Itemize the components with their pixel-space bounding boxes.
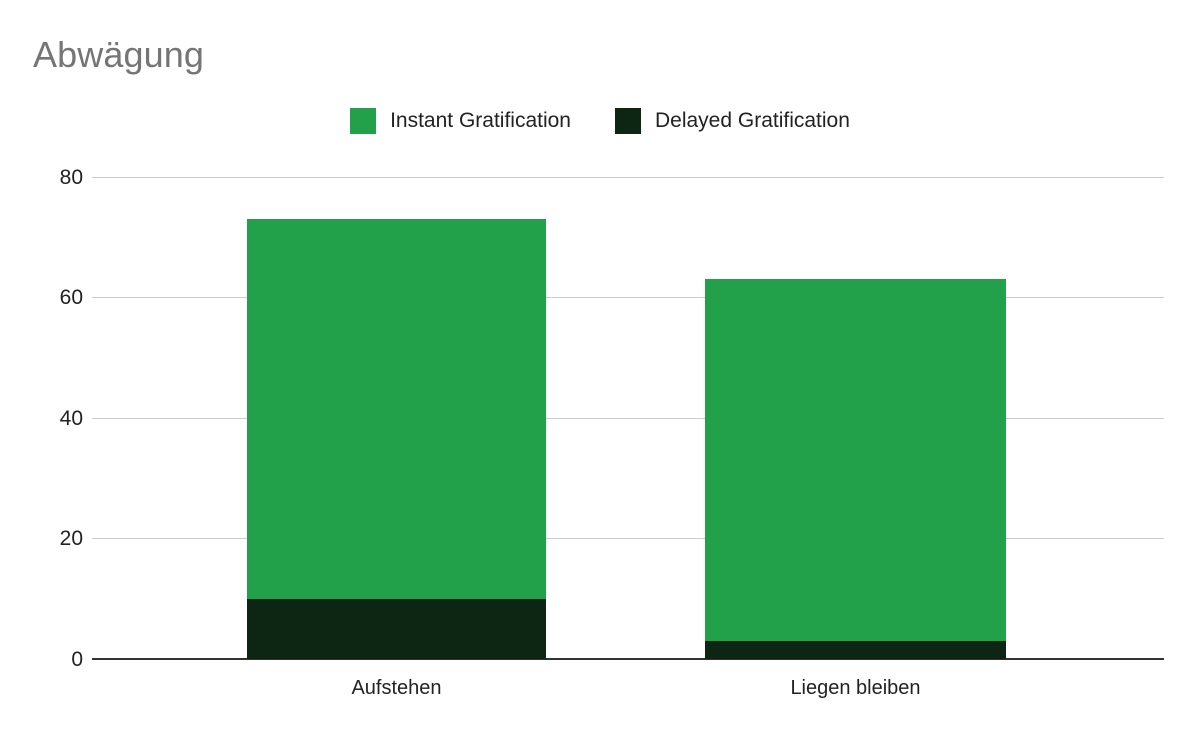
- gridline-80: [92, 177, 1164, 178]
- x-axis-tick-aufstehen: Aufstehen: [351, 677, 442, 699]
- chart-legend: Instant Gratification Delayed Gratificat…: [0, 108, 1200, 134]
- y-axis-tick-20: 20: [59, 527, 83, 550]
- bar-group-liegen-bleiben[interactable]: [705, 279, 1006, 659]
- y-axis-tick-60: 60: [59, 286, 83, 309]
- bar-segment-instant-gratification[interactable]: [247, 219, 546, 599]
- y-axis-tick-40: 40: [59, 407, 83, 430]
- legend-label-instant-gratification: Instant Gratification: [390, 109, 571, 132]
- y-axis-tick-80: 80: [59, 166, 83, 189]
- bar-segment-delayed-gratification[interactable]: [247, 599, 546, 659]
- bar-segment-delayed-gratification[interactable]: [705, 641, 1006, 659]
- bar-chart: Abwägung Instant Gratification Delayed G…: [0, 0, 1200, 742]
- bar-segment-instant-gratification[interactable]: [705, 279, 1006, 641]
- legend-item-delayed-gratification[interactable]: Delayed Gratification: [614, 108, 850, 134]
- y-axis-tick-0: 0: [71, 648, 83, 671]
- legend-label-delayed-gratification: Delayed Gratification: [654, 109, 850, 132]
- legend-swatch-instant-gratification: [350, 108, 377, 134]
- legend-item-instant-gratification[interactable]: Instant Gratification: [350, 108, 571, 134]
- x-axis-tick-liegen-bleiben: Liegen bleiben: [790, 677, 921, 699]
- plot-area: [92, 177, 1164, 660]
- bar-group-aufstehen[interactable]: [247, 219, 546, 659]
- legend-swatch-delayed-gratification: [614, 108, 641, 134]
- chart-title: Abwägung: [33, 34, 204, 75]
